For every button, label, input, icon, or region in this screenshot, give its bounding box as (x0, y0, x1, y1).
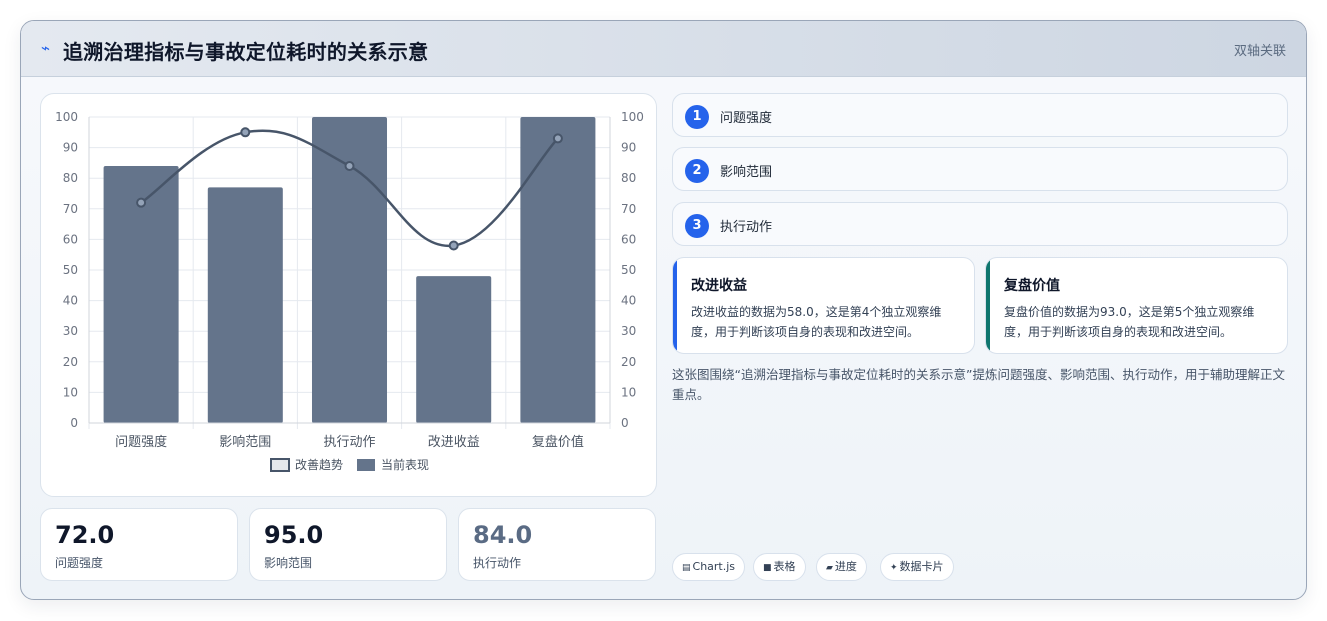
step-number-badge: 3 (685, 214, 709, 238)
step-number-badge: 1 (685, 105, 709, 129)
y-right-tick-label: 100 (621, 110, 644, 124)
trend-point-复盘价值 (552, 133, 563, 144)
chip-label: Chart.js (692, 560, 736, 573)
table-icon: ■ (763, 563, 772, 573)
y-right-tick-label: 60 (621, 232, 636, 246)
chart-icon: ▤ (682, 563, 691, 573)
chip-label: 数据卡片 (899, 560, 944, 573)
y-left-tick-label: 70 (63, 202, 78, 216)
chip-label: 进度 (834, 560, 857, 573)
y-left-tick-label: 100 (55, 110, 78, 124)
y-left-tick-label: 60 (63, 232, 78, 246)
step-label: 影响范围 (720, 165, 773, 180)
chart-card: 0 10 20 30 40 50 60 70 80 90 100 0 10 20 30 40 50 60 70 80 9… (40, 93, 657, 497)
stat-value: 95.0 (264, 521, 324, 549)
info-card-title: 复盘价值 (1004, 278, 1060, 294)
y-left-tick-label: 90 (63, 141, 78, 155)
stat-label: 执行动作 (473, 556, 522, 570)
page-title: 追溯治理指标与事故定位耗时的关系示意 (63, 40, 429, 64)
y-right-tick-label: 10 (621, 385, 636, 399)
info-card-text: 改进收益的数据为58.0，这是第4个独立观察维度，用于判断该项自身的表现和改进空… (691, 305, 942, 339)
x-tick-label: 影响范围 (219, 434, 271, 450)
y-left-tick-label: 40 (63, 294, 78, 308)
combo-chart: 0 10 20 30 40 50 60 70 80 90 100 0 10 20 30 40 50 60 70 80 9… (55, 110, 644, 472)
y-left-tick-label: 20 (63, 355, 78, 369)
summary-text: 这张图围绕“追溯治理指标与事故定位耗时的关系示意”提炼问题强度、影响范围、执行动… (672, 367, 1285, 402)
sparkle-icon: ✦ (890, 563, 898, 573)
progress-icon: ▰ (826, 563, 833, 573)
step-item-3[interactable]: 3 执行动作 (672, 202, 1288, 246)
trend-point-影响范围 (240, 127, 251, 138)
y-left-tick-label: 80 (63, 171, 78, 185)
stat-label: 问题强度 (55, 556, 104, 570)
stat-card-3: 84.0 执行动作 (458, 508, 656, 581)
main-panel: ⌁ 追溯治理指标与事故定位耗时的关系示意 双轴关联 0 10 20 30 40 50 60 7… (20, 20, 1307, 600)
y-right-tick-label: 40 (621, 294, 636, 308)
y-right-tick-label: 0 (621, 416, 629, 430)
chip-table[interactable]: ■ 表格 (753, 553, 806, 581)
y-right-tick-label: 80 (621, 171, 636, 185)
x-tick-label: 复盘价值 (532, 434, 584, 450)
bar-改进收益 (416, 276, 492, 423)
bar-影响范围 (207, 187, 283, 423)
step-label: 问题强度 (720, 111, 773, 126)
y-right-tick-label: 70 (621, 202, 636, 216)
y-right-tick-label: 90 (621, 141, 636, 155)
legend-swatch-current (357, 459, 375, 471)
bar-复盘价值 (520, 117, 596, 423)
accent-bar (986, 258, 990, 353)
x-tick-label: 问题强度 (115, 434, 167, 450)
trend-point-执行动作 (344, 160, 355, 171)
stat-card-2: 95.0 影响范围 (249, 508, 447, 581)
y-right-tick-label: 30 (621, 324, 636, 338)
y-left-tick-label: 50 (63, 263, 78, 277)
chip-chartjs[interactable]: ▤ Chart.js (672, 553, 746, 581)
stat-card-1: 72.0 问题强度 (40, 508, 238, 581)
y-right-tick-label: 20 (621, 355, 636, 369)
lightning-icon: ⌁ (41, 39, 51, 57)
info-card-text: 复盘价值的数据为93.0，这是第5个独立观察维度，用于判断该项自身的表现和改进空… (1004, 305, 1255, 339)
y-left-tick-label: 0 (70, 416, 78, 430)
x-tick-label: 改进收益 (428, 435, 480, 450)
y-right-tick-label: 50 (621, 263, 636, 277)
step-item-2[interactable]: 2 影响范围 (672, 147, 1288, 191)
chip-progress[interactable]: ▰ 进度 (816, 553, 867, 581)
header-tag: 双轴关联 (1233, 44, 1286, 59)
y-left-tick-label: 30 (63, 324, 78, 338)
accent-bar (673, 258, 677, 353)
header: ⌁ 追溯治理指标与事故定位耗时的关系示意 双轴关联 (21, 21, 1306, 77)
y-left-tick-label: 10 (63, 385, 78, 399)
x-tick-label: 执行动作 (323, 435, 375, 450)
stat-value: 84.0 (473, 521, 533, 549)
legend-label: 当前表现 (381, 457, 429, 472)
info-card-review: 复盘价值 复盘价值的数据为93.0，这是第5个独立观察维度，用于判断该项自身的表… (985, 257, 1288, 354)
info-card-improvement: 改进收益 改进收益的数据为58.0，这是第4个独立观察维度，用于判断该项自身的表… (672, 257, 975, 354)
chip-data-card[interactable]: ✦ 数据卡片 (880, 553, 954, 581)
info-card-title: 改进收益 (691, 278, 747, 294)
stat-value: 72.0 (55, 521, 115, 549)
step-item-1[interactable]: 1 问题强度 (672, 93, 1288, 137)
step-number-badge: 2 (685, 159, 709, 183)
step-label: 执行动作 (720, 220, 773, 235)
trend-point-改进收益 (448, 240, 459, 251)
chip-label: 表格 (773, 560, 796, 573)
trend-point-问题强度 (136, 197, 147, 208)
stat-label: 影响范围 (264, 556, 313, 570)
legend-label: 改善趋势 (295, 457, 343, 472)
legend-swatch-trend (270, 458, 290, 472)
